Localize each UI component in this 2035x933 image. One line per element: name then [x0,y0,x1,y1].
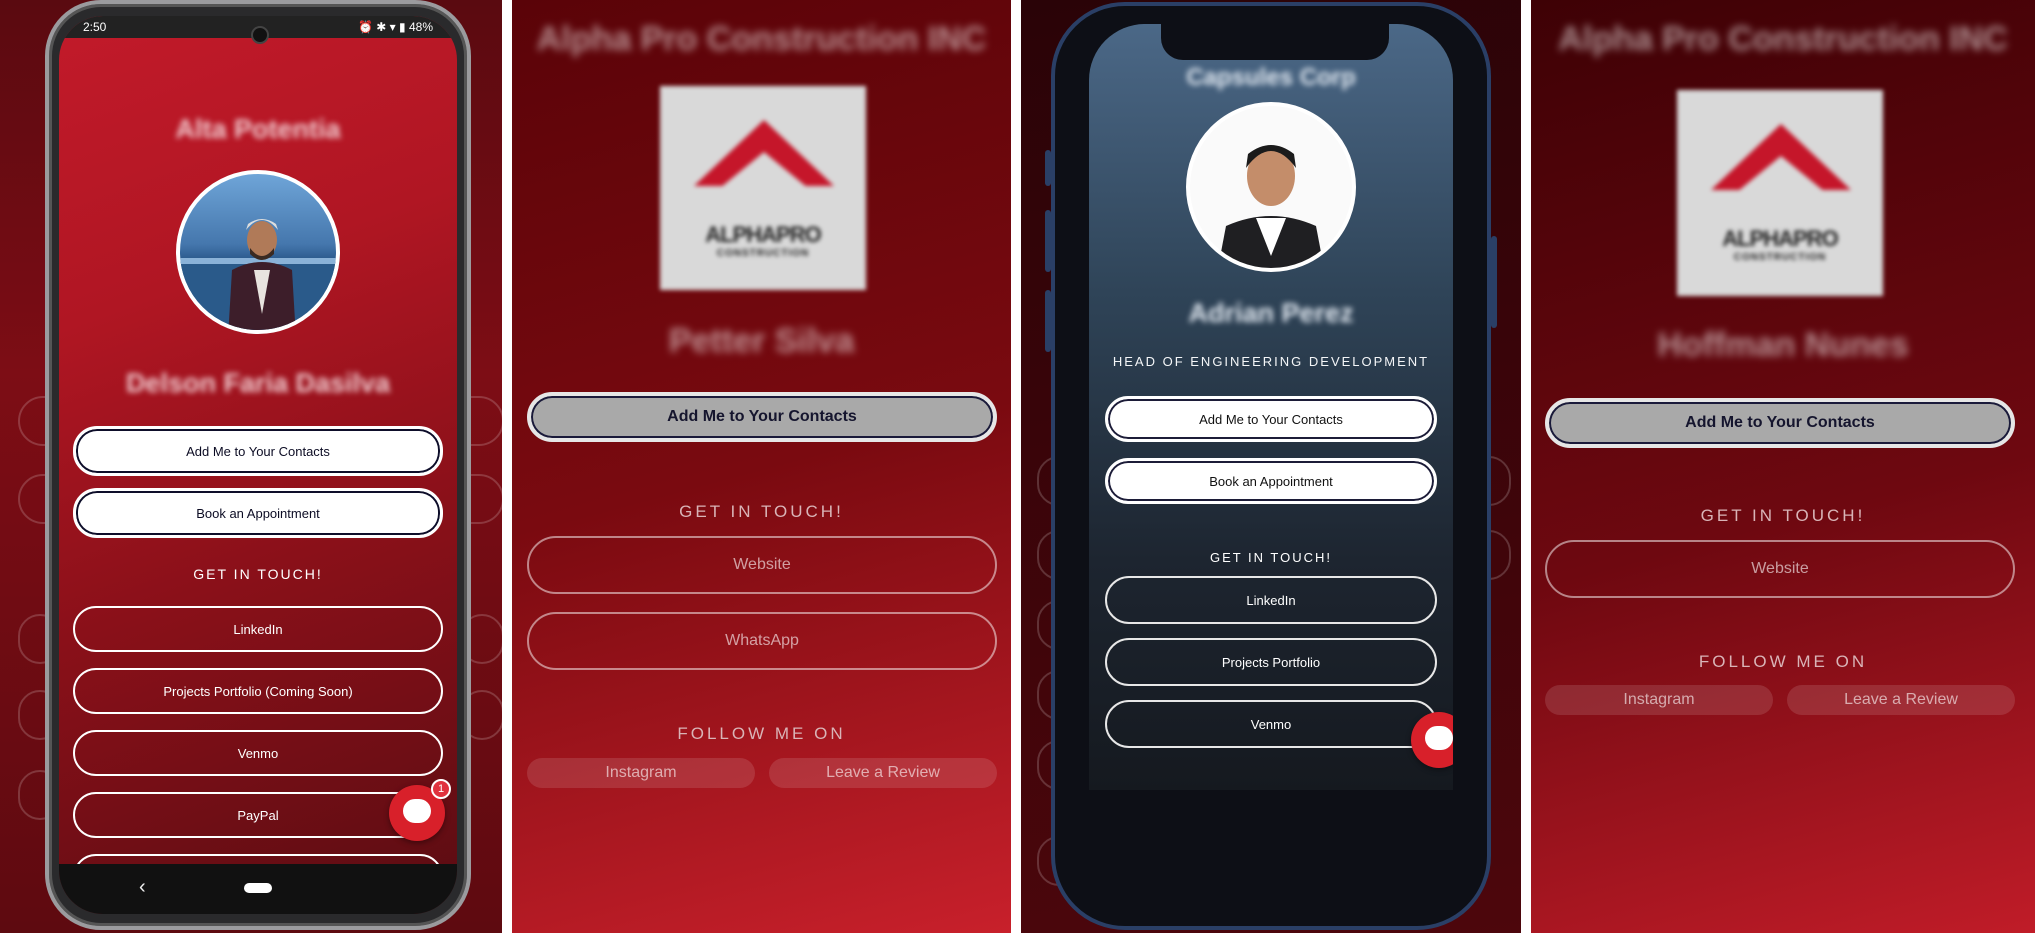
website-link-button[interactable]: Website [1545,540,2015,598]
linkedin-link-button[interactable]: LinkedIn [1105,576,1437,624]
profile-photo [1186,102,1356,272]
contact-name: Hoffman Nunes [1657,326,1909,364]
paypal-link-button[interactable]: PayPal [73,792,443,838]
back-icon[interactable]: ‹ [139,876,146,899]
add-contact-button[interactable]: Add Me to Your Contacts [73,426,443,476]
logo-sub-text: CONSTRUCTION [1733,252,1827,263]
section-title-get-in-touch: GET IN TOUCH! [679,502,844,521]
phone-screen: 2:50 ⏰ ✱ ▾ ▮ 48% Alta Potentia Delson Fa… [59,16,457,914]
panel-alpha-pro-petter: Alpha Pro Construction INC ALPHAPRO CONS… [512,0,1011,933]
logo-brand-text: ALPHAPRO [705,222,821,247]
chat-bubble-icon [403,799,431,823]
chat-button[interactable]: 1 [389,779,451,841]
panel-capsules-corp: Capsules Corp Adrian Perez HEAD OF ENGIN… [1021,0,1521,933]
book-appointment-button[interactable]: Book an Appointment [73,488,443,538]
company-name: Capsules Corp [1186,64,1356,91]
company-logo: ALPHAPRO CONSTRUCTION [660,86,866,290]
logo-brand-text: ALPHAPRO [1722,226,1838,251]
review-link[interactable]: Leave a Review [1787,685,2015,715]
linkedin-link-button[interactable]: LinkedIn [73,606,443,652]
contact-name: Petter Silva [668,322,855,360]
android-phone-frame: 2:50 ⏰ ✱ ▾ ▮ 48% Alta Potentia Delson Fa… [45,0,471,930]
review-link[interactable]: Leave a Review [769,758,997,788]
add-contact-button[interactable]: Add Me to Your Contacts [1105,396,1437,442]
section-title-get-in-touch: GET IN TOUCH! [1209,550,1333,565]
side-button [1491,236,1497,328]
android-nav-bar: ‹ [59,864,457,914]
person-photo-icon [1190,106,1352,268]
whatsapp-link-button[interactable]: WhatsApp [527,612,997,670]
chat-badge: 1 [431,779,451,799]
instagram-link[interactable]: Instagram [1545,685,1773,715]
section-title-follow: FOLLOW ME ON [1698,652,1868,671]
company-name: Alta Potentia [175,114,341,144]
contact-name: Adrian Perez [1188,298,1354,328]
job-title: HEAD OF ENGINEERING DEVELOPMENT [1112,354,1430,369]
chat-bubble-icon [1425,726,1453,750]
company-logo: ALPHAPRO CONSTRUCTION [1677,90,1883,296]
instagram-link[interactable]: Instagram [527,758,755,788]
roof-inner-shape [1737,156,1825,192]
book-appointment-button[interactable]: Book an Appointment [1105,458,1437,504]
section-title-follow: FOLLOW ME ON [677,724,846,743]
portfolio-link-button[interactable]: Projects Portfolio [1105,638,1437,686]
battery-level: 48% [408,20,433,34]
venmo-link-button[interactable]: Venmo [73,730,443,776]
portfolio-link-button[interactable]: Projects Portfolio (Coming Soon) [73,668,443,714]
person-photo-icon [180,219,336,330]
website-link-button[interactable]: Website [527,536,997,594]
chat-button[interactable]: 1 [1411,712,1453,768]
profile-photo [176,170,340,334]
iphone-frame: Capsules Corp Adrian Perez HEAD OF ENGIN… [1051,2,1491,930]
company-title: Alpha Pro Construction INC [536,20,987,58]
phone-notch [1161,20,1389,60]
phone-screen: Capsules Corp Adrian Perez HEAD OF ENGIN… [1089,24,1453,790]
status-icons: ⏰ ✱ ▾ ▮ 48% [358,20,433,34]
contact-name: Delson Faria Dasilva [125,368,391,398]
front-camera [251,26,269,44]
company-title: Alpha Pro Construction INC [1558,20,2008,58]
section-title-get-in-touch: GET IN TOUCH! [193,566,323,582]
logo-sub-text: CONSTRUCTION [716,248,810,259]
section-title-get-in-touch: GET IN TOUCH! [1700,506,1866,525]
venmo-link-button[interactable]: Venmo [1105,700,1437,748]
add-contact-button[interactable]: Add Me to Your Contacts [527,392,997,442]
add-contact-button[interactable]: Add Me to Your Contacts [1545,398,2015,448]
status-time: 2:50 [83,20,107,34]
roof-inner-shape [720,152,808,188]
panel-alta-potentia: 2:50 ⏰ ✱ ▾ ▮ 48% Alta Potentia Delson Fa… [0,0,502,933]
panel-alpha-pro-hoffman: Alpha Pro Construction INC ALPHAPRO CONS… [1531,0,2035,933]
home-pill-icon[interactable] [244,883,272,893]
